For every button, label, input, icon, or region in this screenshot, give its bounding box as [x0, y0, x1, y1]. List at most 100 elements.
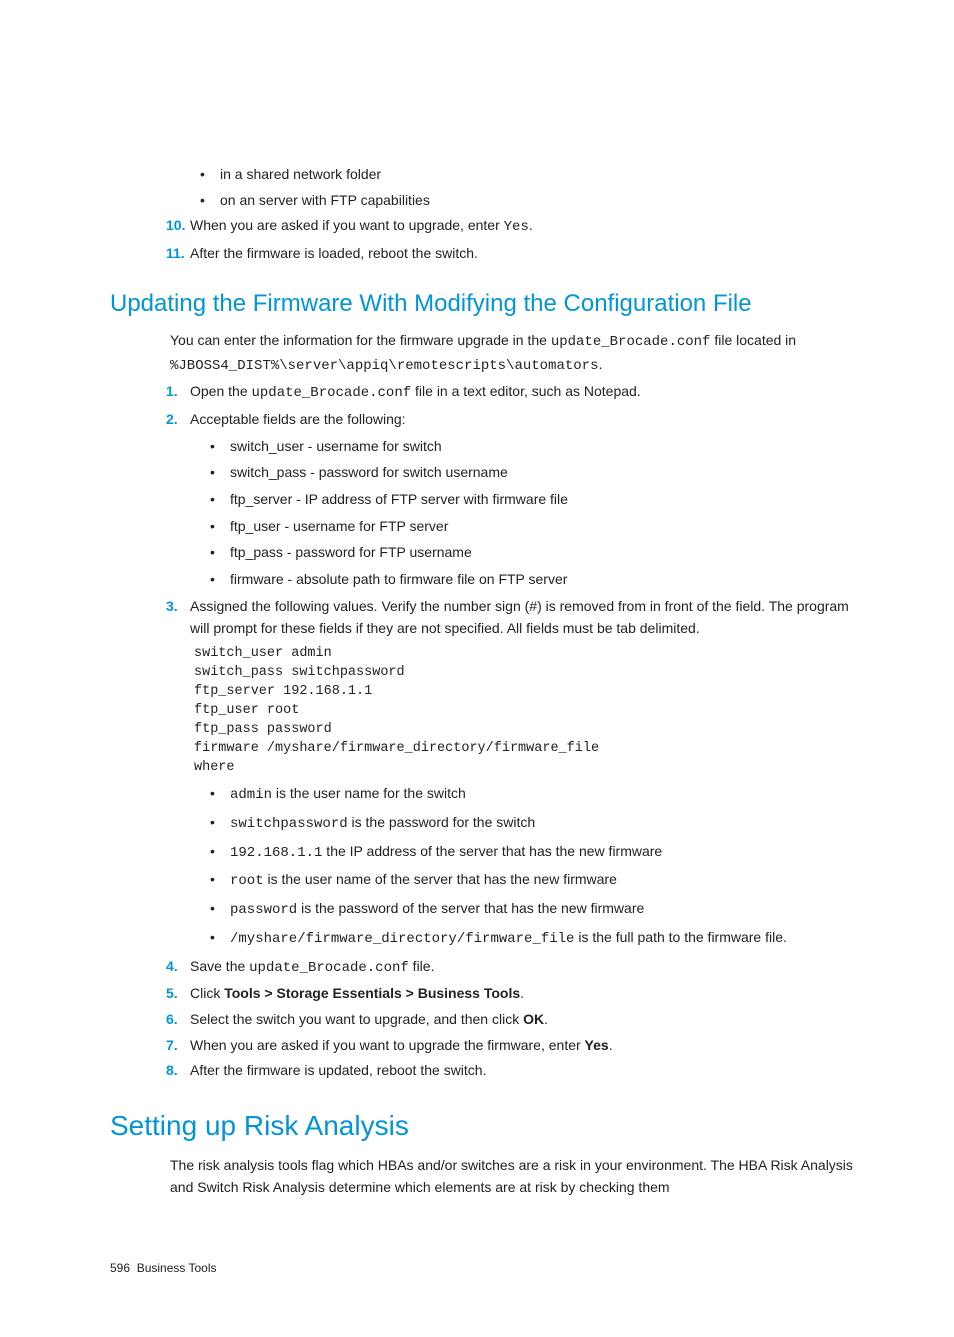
step-1: 1. Open the update_Brocade.conf file in … — [166, 381, 854, 405]
field-name: ftp_pass — [230, 544, 283, 560]
text: is the full path to the firmware file. — [574, 929, 786, 945]
bold-text: Yes — [585, 1037, 609, 1053]
step-8: 8. After the firmware is updated, reboot… — [166, 1060, 854, 1082]
code: password — [230, 902, 297, 918]
value-list: admin is the user name for the switch sw… — [210, 783, 854, 950]
paragraph: The risk analysis tools flag which HBAs … — [170, 1155, 854, 1198]
field-desc: - username for switch — [304, 438, 442, 454]
text: The risk analysis tools flag which HBAs … — [170, 1157, 853, 1195]
field-name: ftp_user — [230, 518, 281, 534]
list-item: firmware - absolute path to firmware fil… — [210, 569, 854, 591]
list-item: 192.168.1.1 the IP address of the server… — [210, 841, 854, 865]
paragraph: You can enter the information for the fi… — [170, 330, 854, 377]
text: Select the switch you want to upgrade, a… — [190, 1011, 523, 1027]
list-item: ftp_user - username for FTP server — [210, 516, 854, 538]
step-11: 11. After the firmware is loaded, reboot… — [166, 243, 854, 265]
list-item: switchpassword is the password for the s… — [210, 812, 854, 836]
field-desc: - username for FTP server — [281, 518, 449, 534]
field-name: firmware — [230, 571, 284, 587]
text: . — [520, 985, 524, 1001]
code: admin — [230, 787, 272, 803]
field-desc: - absolute path to firmware file on FTP … — [284, 571, 568, 587]
bold-text: Tools > Storage Essentials > Business To… — [224, 985, 520, 1001]
text: Click — [190, 985, 224, 1001]
list-item: switch_pass - password for switch userna… — [210, 462, 854, 484]
text: When you are asked if you want to upgrad… — [190, 217, 504, 233]
step-4: 4. Save the update_Brocade.conf file. — [166, 956, 854, 980]
text: You can enter the information for the fi… — [170, 332, 551, 348]
step-number: 7. — [166, 1035, 178, 1057]
field-list: switch_user - username for switch switch… — [210, 436, 854, 591]
step-10: 10. When you are asked if you want to up… — [166, 215, 854, 239]
text: file. — [409, 958, 435, 974]
step-number: 3. — [166, 596, 178, 618]
text: After the firmware is updated, reboot th… — [190, 1062, 486, 1078]
text: Assigned the following values. Verify th… — [190, 598, 849, 636]
text: is the user name for the switch — [272, 785, 466, 801]
step-number: 11. — [166, 243, 185, 265]
text: is the password of the server that has t… — [297, 900, 644, 916]
footer-title: Business Tools — [137, 1261, 217, 1275]
step-number: 8. — [166, 1060, 178, 1082]
text: on an server with FTP capabilities — [220, 192, 430, 208]
code: 192.168.1.1 — [230, 845, 322, 861]
step-7: 7. When you are asked if you want to upg… — [166, 1035, 854, 1057]
field-name: ftp_server — [230, 491, 292, 507]
text: file located in — [710, 332, 796, 348]
field-name: switch_user — [230, 438, 304, 454]
step-number: 1. — [166, 381, 178, 403]
code: update_Brocade.conf — [252, 385, 412, 401]
code: %JBOSS4_DIST%\server\appiq\remotescripts… — [170, 358, 598, 374]
step-6: 6. Select the switch you want to upgrade… — [166, 1009, 854, 1031]
text: . — [609, 1037, 613, 1053]
step-5: 5. Click Tools > Storage Essentials > Bu… — [166, 983, 854, 1005]
step-number: 2. — [166, 409, 178, 431]
text: After the firmware is loaded, reboot the… — [190, 245, 478, 261]
code: /myshare/firmware_directory/firmware_fil… — [230, 931, 574, 947]
list-item: ftp_pass - password for FTP username — [210, 542, 854, 564]
code: update_Brocade.conf — [551, 334, 711, 350]
page-footer: 596 Business Tools — [110, 1259, 854, 1278]
list-item: on an server with FTP capabilities — [200, 190, 854, 212]
code: switchpassword — [230, 816, 348, 832]
field-desc: - password for switch username — [306, 464, 508, 480]
code: Yes — [504, 219, 529, 235]
list-item: in a shared network folder — [200, 164, 854, 186]
list-item: admin is the user name for the switch — [210, 783, 854, 807]
intro-bullet-list: in a shared network folder on an server … — [200, 164, 854, 211]
code: update_Brocade.conf — [249, 960, 409, 976]
text: . — [598, 356, 602, 372]
step-number: 6. — [166, 1009, 178, 1031]
text: is the password for the switch — [348, 814, 536, 830]
list-item: root is the user name of the server that… — [210, 869, 854, 893]
field-desc: - password for FTP username — [283, 544, 472, 560]
text: is the user name of the server that has … — [264, 871, 617, 887]
text: Acceptable fields are the following: — [190, 411, 406, 427]
list-item: ftp_server - IP address of FTP server wi… — [210, 489, 854, 511]
step-number: 5. — [166, 983, 178, 1005]
bold-text: OK — [523, 1011, 544, 1027]
step-2: 2. Acceptable fields are the following: — [166, 409, 854, 431]
step-3: 3. Assigned the following values. Verify… — [166, 596, 854, 639]
text: in a shared network folder — [220, 166, 381, 182]
step-number: 4. — [166, 956, 178, 978]
code: root — [230, 873, 264, 889]
heading-updating-firmware: Updating the Firmware With Modifying the… — [110, 285, 854, 322]
text: Open the — [190, 383, 252, 399]
step-number: 10. — [166, 215, 185, 237]
list-item: password is the password of the server t… — [210, 898, 854, 922]
page-content: in a shared network folder on an server … — [0, 0, 954, 1337]
text: . — [529, 217, 533, 233]
text: . — [544, 1011, 548, 1027]
text: When you are asked if you want to upgrad… — [190, 1037, 585, 1053]
code-block: switch_user admin switch_pass switchpass… — [194, 645, 854, 777]
field-desc: - IP address of FTP server with firmware… — [292, 491, 568, 507]
list-item: /myshare/firmware_directory/firmware_fil… — [210, 927, 854, 951]
text: the IP address of the server that has th… — [322, 843, 662, 859]
heading-risk-analysis: Setting up Risk Analysis — [110, 1104, 854, 1147]
text: Save the — [190, 958, 249, 974]
page-number: 596 — [110, 1261, 130, 1275]
list-item: switch_user - username for switch — [210, 436, 854, 458]
text: file in a text editor, such as Notepad. — [411, 383, 641, 399]
field-name: switch_pass — [230, 464, 306, 480]
